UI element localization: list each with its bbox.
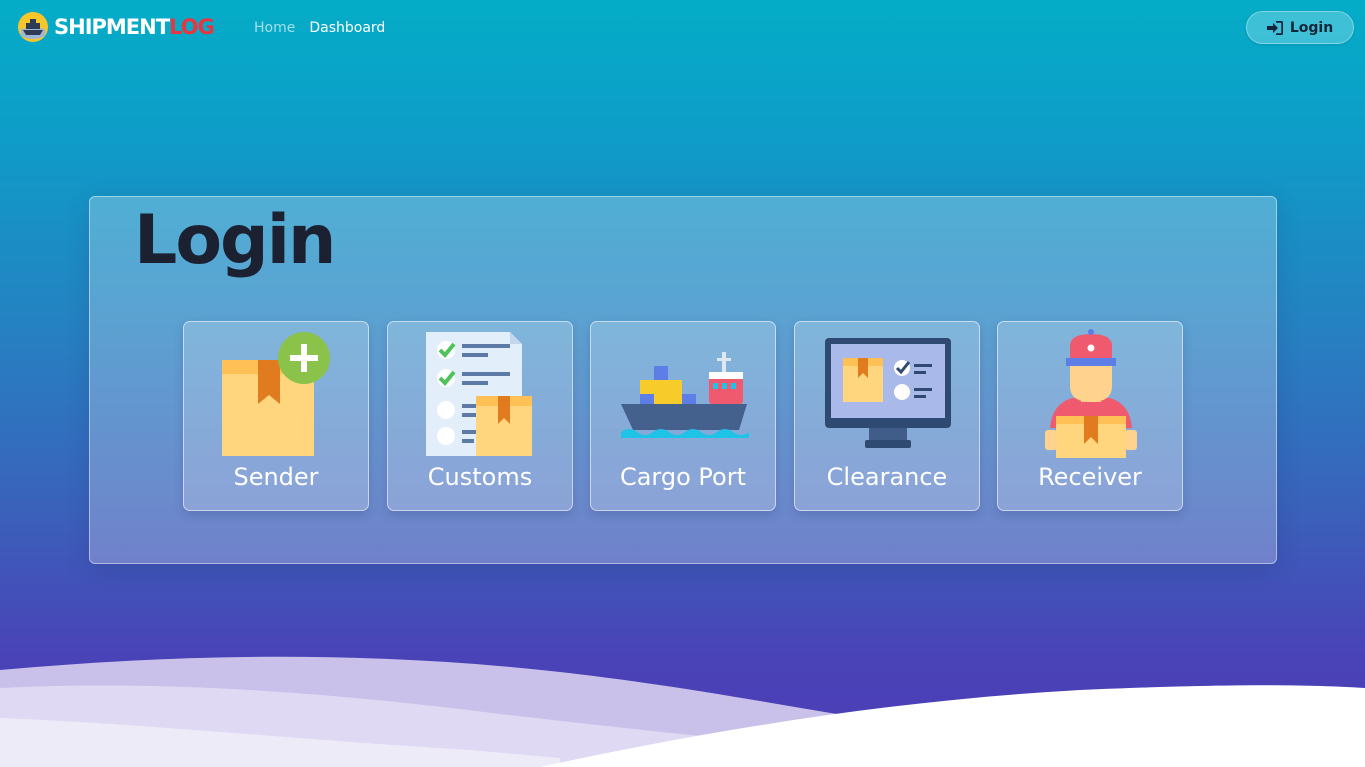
role-label-receiver: Receiver bbox=[1038, 463, 1142, 491]
brand-name-part1: SHIPMENT bbox=[54, 15, 170, 39]
page-title: Login bbox=[134, 201, 336, 280]
role-card-clearance[interactable]: Clearance bbox=[794, 321, 980, 511]
navbar: SHIPMENTLOG Home Dashboard Login bbox=[0, 0, 1365, 56]
cargo-ship-icon bbox=[621, 352, 749, 438]
nav-links: Home Dashboard bbox=[254, 18, 385, 38]
role-card-customs[interactable]: Customs bbox=[387, 321, 573, 511]
monitor-checklist-icon bbox=[825, 338, 951, 448]
role-card-receiver[interactable]: Receiver bbox=[997, 321, 1183, 511]
login-button[interactable]: Login bbox=[1246, 11, 1354, 44]
role-label-cargo-port: Cargo Port bbox=[619, 463, 747, 491]
ship-logo-icon bbox=[18, 12, 48, 42]
package-add-icon bbox=[222, 332, 330, 456]
brand-name: SHIPMENTLOG bbox=[54, 12, 215, 42]
role-label-customs: Customs bbox=[427, 463, 533, 491]
brand-name-part2: LOG bbox=[169, 15, 215, 39]
nav-link-home[interactable]: Home bbox=[254, 18, 295, 38]
role-label-sender: Sender bbox=[233, 463, 319, 491]
role-card-sender[interactable]: Sender bbox=[183, 321, 369, 511]
checklist-package-icon bbox=[426, 332, 532, 456]
login-button-label: Login bbox=[1289, 19, 1334, 36]
nav-link-dashboard[interactable]: Dashboard bbox=[309, 18, 385, 38]
role-card-cargo-port[interactable]: Cargo Port bbox=[590, 321, 776, 511]
decorative-waves bbox=[0, 656, 1365, 767]
delivery-person-icon bbox=[1045, 329, 1137, 458]
sign-in-icon bbox=[1266, 20, 1283, 35]
login-panel: Login Sender Customs Cargo Port Clearanc… bbox=[89, 196, 1277, 564]
role-label-clearance: Clearance bbox=[826, 463, 948, 491]
brand[interactable]: SHIPMENTLOG bbox=[18, 12, 215, 42]
